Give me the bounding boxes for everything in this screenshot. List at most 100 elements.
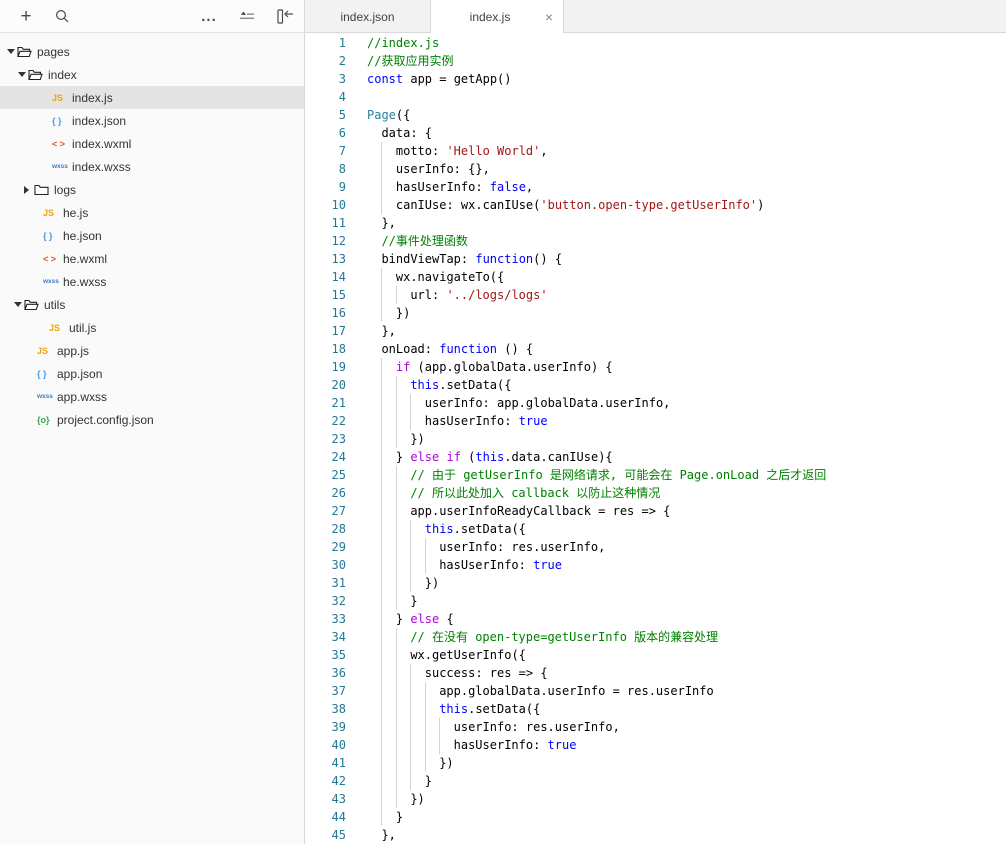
chevron-right-icon[interactable] xyxy=(24,186,34,194)
code-line: 39userInfo: res.userInfo, xyxy=(305,718,1006,736)
line-number: 37 xyxy=(305,682,346,700)
code-text: }, xyxy=(346,214,396,232)
chevron-down-icon[interactable] xyxy=(18,72,28,77)
line-number: 34 xyxy=(305,628,346,646)
more-button[interactable]: ... xyxy=(195,0,223,32)
code-text: }) xyxy=(346,430,425,448)
code-text: app.userInfoReadyCallback = res => { xyxy=(346,502,670,520)
chevron-down-icon[interactable] xyxy=(14,302,24,307)
line-number: 24 xyxy=(305,448,346,466)
wxml-file-icon: < > xyxy=(43,254,63,264)
tree-item-he-json[interactable]: { }he.json xyxy=(0,224,304,247)
code-text: Page({ xyxy=(346,106,410,124)
code-text: //获取应用实例 xyxy=(346,52,453,70)
line-number: 41 xyxy=(305,754,346,772)
code-editor[interactable]: 1//index.js2//获取应用实例3const app = getApp(… xyxy=(305,33,1006,844)
tree-item-he-wxss[interactable]: wxsshe.wxss xyxy=(0,270,304,293)
code-line: 17}, xyxy=(305,322,1006,340)
line-number: 25 xyxy=(305,466,346,484)
indent-guide xyxy=(396,484,410,502)
line-number: 19 xyxy=(305,358,346,376)
indent-guide xyxy=(381,142,395,160)
line-number: 44 xyxy=(305,808,346,826)
line-number: 11 xyxy=(305,214,346,232)
line-number: 14 xyxy=(305,268,346,286)
code-line: 25// 由于 getUserInfo 是网络请求, 可能会在 Page.onL… xyxy=(305,466,1006,484)
indent-guide xyxy=(381,286,395,304)
code-line: 27app.userInfoReadyCallback = res => { xyxy=(305,502,1006,520)
tree-item-index[interactable]: index xyxy=(0,63,304,86)
code-line: 32} xyxy=(305,592,1006,610)
indent-guide xyxy=(396,412,410,430)
tree-item-utils[interactable]: utils xyxy=(0,293,304,316)
tree-item-index-js[interactable]: JSindex.js xyxy=(0,86,304,109)
indent-guide xyxy=(396,502,410,520)
tree-item-app-json[interactable]: { }app.json xyxy=(0,362,304,385)
code-line: 3const app = getApp() xyxy=(305,70,1006,88)
tree-item-app-wxss[interactable]: wxssapp.wxss xyxy=(0,385,304,408)
indent-guide xyxy=(381,160,395,178)
line-number: 21 xyxy=(305,394,346,412)
tree-item-pages[interactable]: pages xyxy=(0,40,304,63)
tree-item-label: app.json xyxy=(57,367,102,381)
indent-guide xyxy=(410,718,424,736)
tree-item-project-config-json[interactable]: {o}project.config.json xyxy=(0,408,304,431)
code-line: 34// 在没有 open-type=getUserInfo 版本的兼容处理 xyxy=(305,628,1006,646)
tree-item-index-wxss[interactable]: wxssindex.wxss xyxy=(0,155,304,178)
line-number: 42 xyxy=(305,772,346,790)
tree-item-index-wxml[interactable]: < >index.wxml xyxy=(0,132,304,155)
code-text: } else { xyxy=(346,610,454,628)
indent-guide xyxy=(439,736,453,754)
indent-guide xyxy=(425,682,439,700)
code-text: // 在没有 open-type=getUserInfo 版本的兼容处理 xyxy=(346,628,718,646)
tree-item-util-js[interactable]: JSutil.js xyxy=(0,316,304,339)
code-line: 35wx.getUserInfo({ xyxy=(305,646,1006,664)
folder-closed-icon xyxy=(34,184,50,196)
code-text: } xyxy=(346,808,403,826)
code-text: hasUserInfo: true xyxy=(346,736,576,754)
line-number: 16 xyxy=(305,304,346,322)
add-button[interactable]: + xyxy=(12,0,40,32)
tree-item-he-js[interactable]: JShe.js xyxy=(0,201,304,224)
code-line: 33} else { xyxy=(305,610,1006,628)
tree-item-label: index.json xyxy=(72,114,126,128)
indent-guide xyxy=(396,430,410,448)
search-button[interactable] xyxy=(48,0,76,32)
line-number: 10 xyxy=(305,196,346,214)
code-text: //事件处理函数 xyxy=(346,232,468,250)
indent-guide xyxy=(381,808,395,826)
line-number: 33 xyxy=(305,610,346,628)
folder-open-icon xyxy=(28,69,44,81)
line-number: 12 xyxy=(305,232,346,250)
line-number: 18 xyxy=(305,340,346,358)
code-line: 41}) xyxy=(305,754,1006,772)
indent-guide xyxy=(381,358,395,376)
json-file-icon: { } xyxy=(52,116,72,126)
code-line: 44} xyxy=(305,808,1006,826)
tree-item-he-wxml[interactable]: < >he.wxml xyxy=(0,247,304,270)
sort-button[interactable] xyxy=(233,0,261,32)
close-icon[interactable]: × xyxy=(545,10,553,24)
code-line: 42} xyxy=(305,772,1006,790)
tab-index-json[interactable]: index.json xyxy=(305,0,431,33)
line-number: 2 xyxy=(305,52,346,70)
tab-index-js[interactable]: index.js × xyxy=(431,0,564,34)
tree-item-index-json[interactable]: { }index.json xyxy=(0,109,304,132)
line-number: 28 xyxy=(305,520,346,538)
code-text: //index.js xyxy=(346,34,439,52)
indent-guide xyxy=(381,664,395,682)
tree-item-label: index.js xyxy=(72,91,113,105)
indent-guide xyxy=(381,484,395,502)
code-line: 18onLoad: function () { xyxy=(305,340,1006,358)
collapse-sidebar-button[interactable] xyxy=(271,0,299,32)
code-line: 20this.setData({ xyxy=(305,376,1006,394)
line-number: 13 xyxy=(305,250,346,268)
code-line: 7motto: 'Hello World', xyxy=(305,142,1006,160)
tree-item-logs[interactable]: logs xyxy=(0,178,304,201)
tab-label: index.js xyxy=(470,10,511,24)
code-text: success: res => { xyxy=(346,664,548,682)
tree-item-app-js[interactable]: JSapp.js xyxy=(0,339,304,362)
chevron-down-icon[interactable] xyxy=(7,49,17,54)
code-text: }) xyxy=(346,754,454,772)
code-line: 10canIUse: wx.canIUse('button.open-type.… xyxy=(305,196,1006,214)
